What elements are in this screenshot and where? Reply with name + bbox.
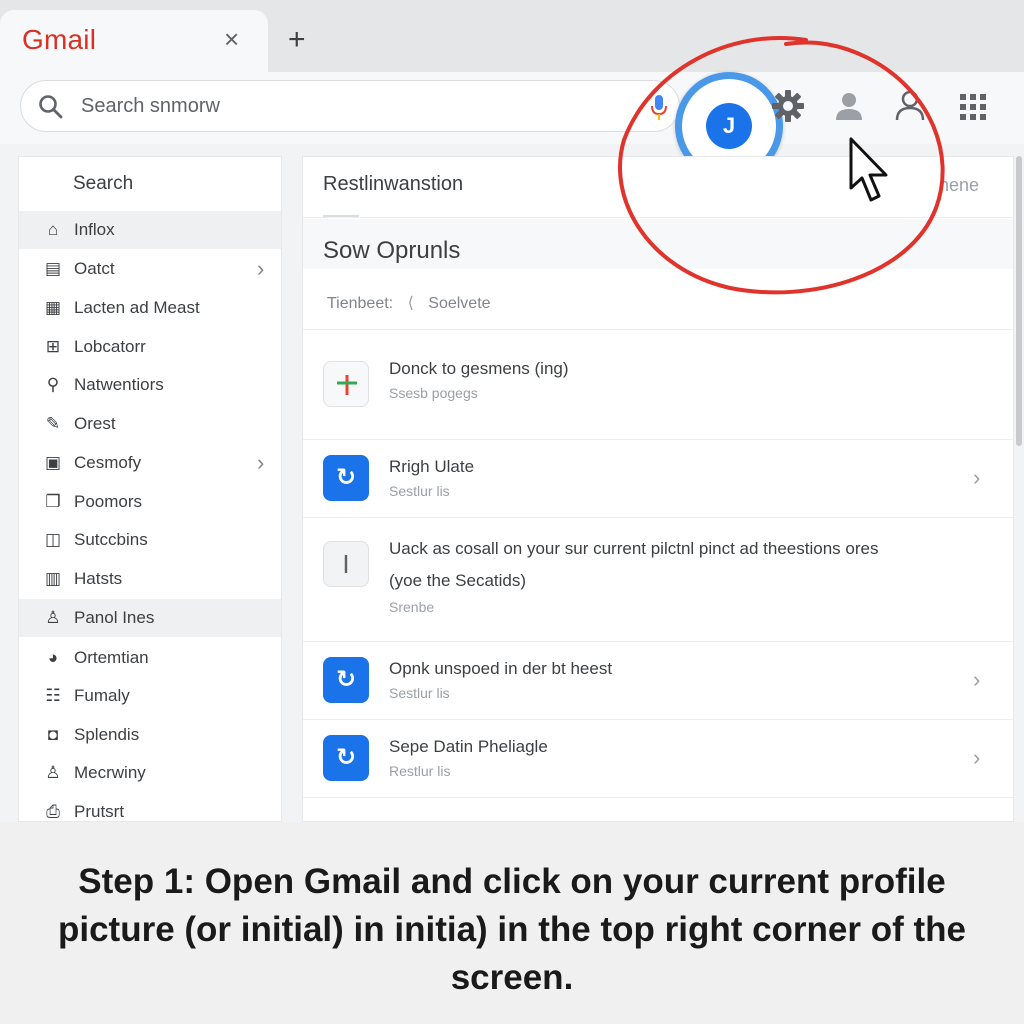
sidebar-item-label: Splendis	[74, 725, 140, 744]
apps-grid-icon[interactable]	[958, 92, 988, 122]
section-title: Sow Oprunls	[323, 237, 461, 264]
tab-gmail[interactable]: Gmail ×	[0, 10, 268, 72]
sidebar-item-label: Oatct	[74, 259, 115, 278]
search-placeholder: Search snmorw	[81, 95, 220, 117]
list-item-subtitle: Srenbe	[389, 599, 435, 615]
sidebar-item-label: Cesmofy	[74, 453, 142, 472]
list-item-title-continued: (yoe the Secatids)	[389, 571, 527, 590]
sidebar-item-label: Lobcatorr	[74, 337, 146, 356]
person-icon: ♙	[45, 608, 61, 627]
pie-icon: ◕	[47, 648, 59, 667]
sidebar-item-label: Lacten ad Meast	[74, 298, 200, 317]
sidebar-item-hatsts[interactable]: ▥ Hatsts	[19, 560, 281, 598]
search-input[interactable]: Search snmorw	[20, 80, 680, 132]
layers-icon: ◫	[44, 530, 62, 549]
sync-icon: ↻	[323, 735, 369, 781]
sidebar: Search ⌂ Inflox ▤ Oatct › ▦ Lacten ad Me…	[18, 156, 282, 822]
sidebar-item-label: Natwentiors	[74, 375, 164, 394]
list-item[interactable]: I Uack as cosall on your sur current pil…	[303, 517, 1013, 641]
contact-card-icon: ▤	[44, 259, 62, 278]
list-item-subtitle: Sestlur lis	[389, 483, 450, 499]
person-outline-icon: ♙	[45, 763, 61, 782]
list-item-title: Sepe Datin Pheliagle	[389, 737, 548, 756]
home-icon: ⌂	[47, 220, 59, 239]
chevron-right-icon[interactable]: ›	[973, 667, 980, 693]
chevron-right-icon[interactable]: ›	[973, 465, 980, 491]
pencil-icon: ✎	[45, 414, 61, 433]
calendar-icon: ▥	[44, 569, 62, 588]
caption-line: screen.	[450, 958, 574, 997]
list-item[interactable]: ↻ Rrigh Ulate Sestlur lis ›	[303, 439, 1013, 517]
caption-line: picture (or initial) in initia) in the t…	[57, 910, 967, 949]
print-icon: ⎙	[46, 802, 60, 821]
sidebar-item-sutccbins[interactable]: ◫ Sutccbins	[19, 521, 281, 559]
highlight-circle-annotation	[618, 35, 945, 295]
list-item-subtitle: Restlur lis	[389, 763, 451, 779]
search-icon	[39, 95, 63, 119]
sidebar-item-oatct[interactable]: ▤ Oatct ›	[19, 250, 281, 288]
list-item[interactable]: Donck to gesmens (ing) Ssesb pogegs	[303, 329, 1013, 439]
list-item[interactable]: ↻ Opnk unspoed in der bt heest Sestlur l…	[303, 641, 1013, 719]
sidebar-item-panol-ines[interactable]: ♙ Panol Ines	[19, 599, 281, 637]
sidebar-item-splendis[interactable]: ◘ Splendis	[19, 716, 281, 754]
chat-icon: ◘	[47, 725, 59, 744]
sidebar-item-lobcatorr[interactable]: ⊞ Lobcatorr	[19, 328, 281, 366]
sidebar-item-mecrwiny[interactable]: ♙ Mecrwiny	[19, 754, 281, 792]
list-item-title: Donck to gesmens (ing)	[389, 359, 569, 378]
list-item-subtitle: Sestlur lis	[389, 685, 450, 701]
sync-icon: ↻	[323, 455, 369, 501]
scrollbar[interactable]	[1016, 156, 1022, 446]
card-icon: ▣	[44, 453, 62, 472]
copy-icon: ❐	[45, 492, 61, 511]
grid-doc-icon: ▦	[44, 298, 62, 317]
sidebar-item-label: Prutsrt	[74, 802, 125, 821]
sidebar-item-natwentiors[interactable]: ⚲ Natwentiors	[19, 366, 281, 404]
sidebar-item-poomors[interactable]: ❐ Poomors	[19, 483, 281, 521]
step-caption: Step 1: Open Gmail and click on your cur…	[12, 858, 1012, 1002]
sidebar-item-inbox[interactable]: ⌂ Inflox	[19, 211, 281, 249]
sidebar-item-lacten[interactable]: ▦ Lacten ad Meast	[19, 289, 281, 327]
new-tab-button[interactable]: +	[288, 22, 306, 58]
sliders-icon: ☷	[45, 686, 61, 705]
divider	[303, 797, 1013, 798]
sidebar-item-fumaly[interactable]: ☷ Fumaly	[19, 677, 281, 715]
chevron-right-icon: ›	[257, 450, 265, 475]
sidebar-item-label: Ortemtian	[74, 648, 149, 667]
chevron-right-icon[interactable]: ›	[973, 745, 980, 771]
location-icon: ⚲	[46, 375, 60, 394]
sidebar-item-label: Orest	[74, 414, 116, 433]
sidebar-heading: Search	[73, 173, 134, 194]
list-item-title: Rrigh Ulate	[389, 457, 475, 476]
list-item-title: Uack as cosall on your sur current pilct…	[389, 539, 879, 558]
apps-icon: ⊞	[45, 337, 61, 356]
mouse-pointer-icon	[849, 137, 888, 202]
list-item-subtitle: Ssesb pogegs	[389, 385, 478, 401]
page-title: Restlinwanstion	[323, 173, 464, 195]
plus-color-icon	[323, 361, 369, 407]
list-item-title: Opnk unspoed in der bt heest	[389, 659, 613, 678]
close-icon[interactable]: ×	[224, 24, 239, 55]
filter-row[interactable]: Tienbeet: ⟨ Soelvete	[327, 293, 491, 313]
text-cursor-icon: I	[323, 541, 369, 587]
sidebar-item-label: Panol Ines	[74, 608, 155, 627]
filter-label: Tienbeet:	[327, 295, 394, 312]
chevron-right-icon: ›	[257, 256, 265, 281]
list-item[interactable]: ↻ Sepe Datin Pheliagle Restlur lis ›	[303, 719, 1013, 797]
tab-title: Gmail	[22, 24, 97, 55]
filter-value[interactable]: Soelvete	[428, 295, 490, 312]
sidebar-item-label: Fumaly	[74, 686, 130, 705]
sidebar-item-label: Inflox	[74, 220, 115, 239]
filter-separator: ⟨	[407, 295, 414, 312]
sidebar-item-label: Sutccbins	[74, 530, 148, 549]
sidebar-item-ortemtian[interactable]: ◕ Ortemtian	[19, 639, 281, 677]
sidebar-item-label: Mecrwiny	[74, 763, 146, 782]
sidebar-item-cesmofy[interactable]: ▣ Cesmofy ›	[19, 444, 281, 482]
sidebar-item-label: Poomors	[74, 492, 143, 511]
caption-line: Step 1: Open Gmail and click on your cur…	[78, 862, 946, 901]
sync-icon: ↻	[323, 657, 369, 703]
sidebar-item-orest[interactable]: ✎ Orest	[19, 405, 281, 443]
sidebar-item-label: Hatsts	[74, 569, 123, 588]
